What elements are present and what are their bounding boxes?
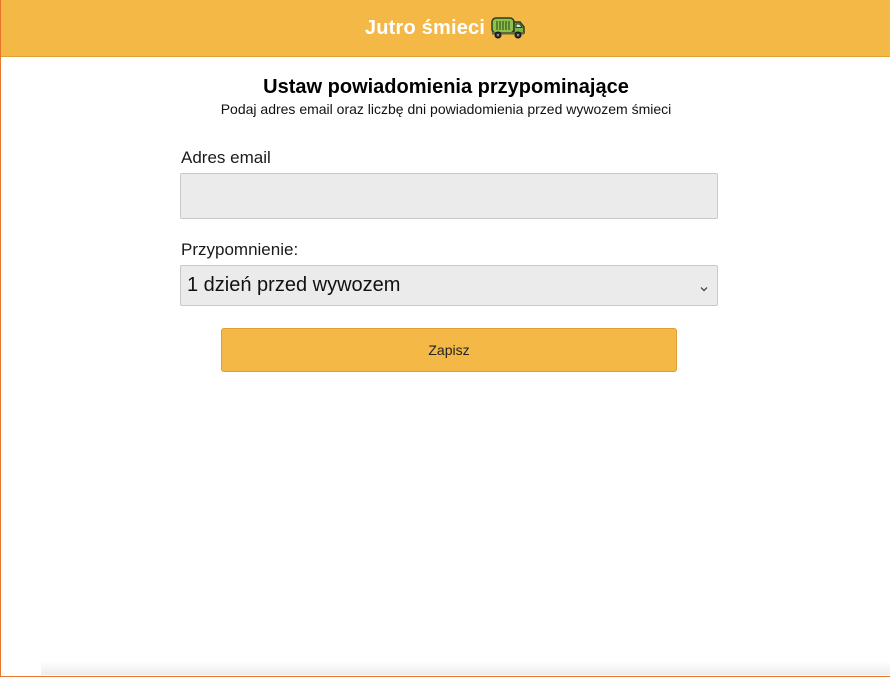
chevron-down-icon: [699, 281, 709, 291]
bottom-shadow: [41, 661, 890, 675]
reminder-label: Przypomnienie:: [181, 240, 299, 259]
page-subtitle: Podaj adres email oraz liczbę dni powiad…: [220, 101, 672, 117]
garbage-truck-icon: [491, 15, 527, 39]
email-field[interactable]: [180, 173, 718, 219]
reminder-select[interactable]: 1 dzień przed wywozem: [180, 265, 718, 306]
reminder-select-value: 1 dzień przed wywozem: [187, 274, 401, 296]
save-button[interactable]: Zapisz: [221, 328, 677, 372]
app-header: Jutro śmieci: [1, 0, 890, 57]
email-label: Adres email: [181, 148, 271, 167]
page-title: Ustaw powiadomienia przypominające: [263, 76, 629, 98]
app-window: Jutro śmieci Ustaw powiadomienia przypom…: [0, 0, 890, 677]
app-title: Jutro śmieci: [364, 16, 486, 39]
